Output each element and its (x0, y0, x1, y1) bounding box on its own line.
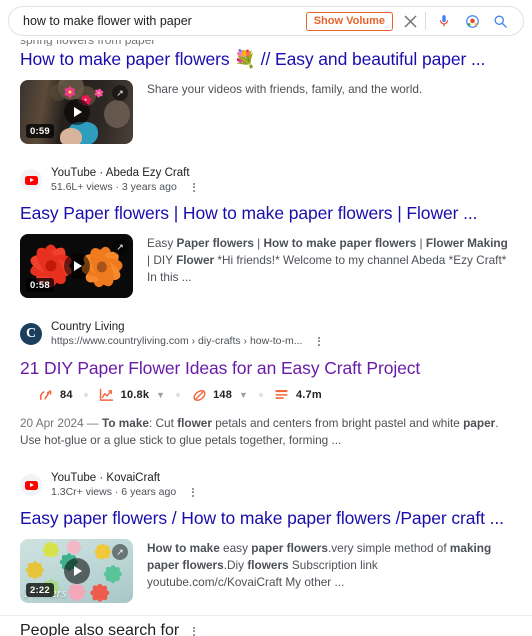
youtube-icon (20, 169, 42, 191)
metric-value: 148 (213, 389, 233, 401)
people-also-search-for-section: People also search for (0, 616, 532, 636)
youtube-icon (20, 474, 42, 496)
play-icon (63, 558, 90, 584)
result-title-link[interactable]: Easy Paper flowers | How to make paper f… (20, 202, 514, 224)
metric-value: 4.7m (295, 389, 322, 401)
metric-value: 10.8k (120, 389, 150, 401)
search-bar-container: how to make flower with paper Show Volum… (0, 0, 532, 40)
expand-icon[interactable]: ↗ (112, 85, 128, 101)
play-icon (63, 99, 90, 125)
video-thumbnail[interactable]: Flowers ↗ 2:22 (20, 539, 133, 603)
video-thumbnail[interactable]: ↗ 0:58 (20, 234, 133, 298)
more-options-icon[interactable] (188, 487, 198, 498)
more-options-icon[interactable] (189, 626, 199, 636)
more-options-icon[interactable] (314, 336, 324, 347)
result-snippet: How to make easy paper flowers.very simp… (147, 541, 492, 589)
video-duration: 0:59 (26, 124, 54, 138)
google-lens-icon[interactable] (461, 10, 483, 32)
search-result-item: How to make paper flowers 💐 // Easy and … (0, 48, 532, 144)
chevron-down-icon[interactable]: ▼ (156, 390, 165, 400)
search-icon[interactable] (489, 10, 511, 32)
seo-metrics-row: 84 10.8k ▼ 148 ▼ 4.7m (20, 379, 514, 405)
expand-icon[interactable]: ↗ (112, 239, 128, 255)
search-result-item: YouTube · KovaiCraft 1.3Cr+ views · 6 ye… (0, 471, 532, 603)
video-duration: 2:22 (26, 583, 54, 597)
keywords-icon (274, 387, 290, 403)
microphone-icon[interactable] (433, 10, 455, 32)
backlinks-icon (191, 387, 207, 403)
close-icon[interactable] (399, 10, 421, 32)
traffic-trend-icon (99, 387, 115, 403)
result-title-link[interactable]: 21 DIY Paper Flower Ideas for an Easy Cr… (20, 357, 514, 379)
country-living-icon: C (20, 323, 42, 345)
result-title-link[interactable]: Easy paper flowers / How to make paper f… (20, 507, 514, 529)
search-input[interactable]: how to make flower with paper (9, 7, 306, 35)
more-options-icon[interactable] (189, 182, 199, 193)
search-divider (425, 12, 426, 30)
result-source-row[interactable]: C Country Living https://www.countrylivi… (20, 320, 514, 348)
metric-separator (83, 393, 88, 397)
people-also-search-for-title: People also search for (20, 622, 180, 636)
video-thumbnail[interactable]: ↗ 0:59 (20, 80, 133, 144)
expand-icon[interactable]: ↗ (112, 544, 128, 560)
authority-score-icon (38, 387, 54, 403)
search-bar[interactable]: how to make flower with paper Show Volum… (8, 6, 524, 36)
video-result-block: ↗ 0:59 Share your videos with friends, f… (20, 80, 514, 144)
result-source-meta: 1.3Cr+ views · 6 years ago (51, 486, 177, 498)
result-source-row[interactable]: YouTube · KovaiCraft 1.3Cr+ views · 6 ye… (20, 471, 514, 499)
metric-separator (176, 393, 181, 397)
scrolled-partial-text: spring flowers from paper (0, 40, 532, 46)
metric-separator (258, 393, 263, 397)
result-source-name: YouTube · KovaiCraft (51, 472, 161, 484)
search-results-list: spring flowers from paper How to make pa… (0, 40, 532, 636)
show-volume-button[interactable]: Show Volume (305, 11, 393, 31)
metric-value: 84 (60, 389, 73, 401)
result-url: https://www.countryliving.com › diy-craf… (51, 335, 303, 347)
result-source-row[interactable]: YouTube · Abeda Ezy Craft 51.6L+ views ·… (20, 166, 514, 194)
video-duration: 0:58 (26, 278, 54, 292)
search-result-item: C Country Living https://www.countrylivi… (0, 320, 532, 449)
metric-authority-score[interactable]: 84 (38, 387, 73, 403)
result-source-meta: 51.6L+ views · 3 years ago (51, 181, 177, 193)
search-result-item: YouTube · Abeda Ezy Craft 51.6L+ views ·… (0, 166, 532, 298)
result-snippet: 20 Apr 2024 — To make: Cut flower petals… (20, 416, 499, 447)
play-icon (63, 253, 90, 279)
result-title-link[interactable]: How to make paper flowers 💐 // Easy and … (20, 48, 514, 70)
result-source-name: YouTube · Abeda Ezy Craft (51, 167, 190, 179)
metric-backlinks[interactable]: 148 ▼ (191, 387, 248, 403)
result-snippet: Share your videos with friends, family, … (147, 82, 423, 96)
favicon-letter: C (25, 326, 37, 341)
metric-keywords[interactable]: 4.7m (274, 387, 322, 403)
metric-traffic[interactable]: 10.8k ▼ (99, 387, 165, 403)
chevron-down-icon[interactable]: ▼ (239, 390, 248, 400)
result-snippet: Easy Paper flowers | How to make paper f… (147, 236, 508, 284)
video-result-block: Flowers ↗ 2:22 How to make easy paper fl… (20, 539, 514, 603)
video-result-block: ↗ 0:58 Easy Paper flowers | How to make … (20, 234, 514, 298)
result-source-name: Country Living (51, 321, 125, 333)
